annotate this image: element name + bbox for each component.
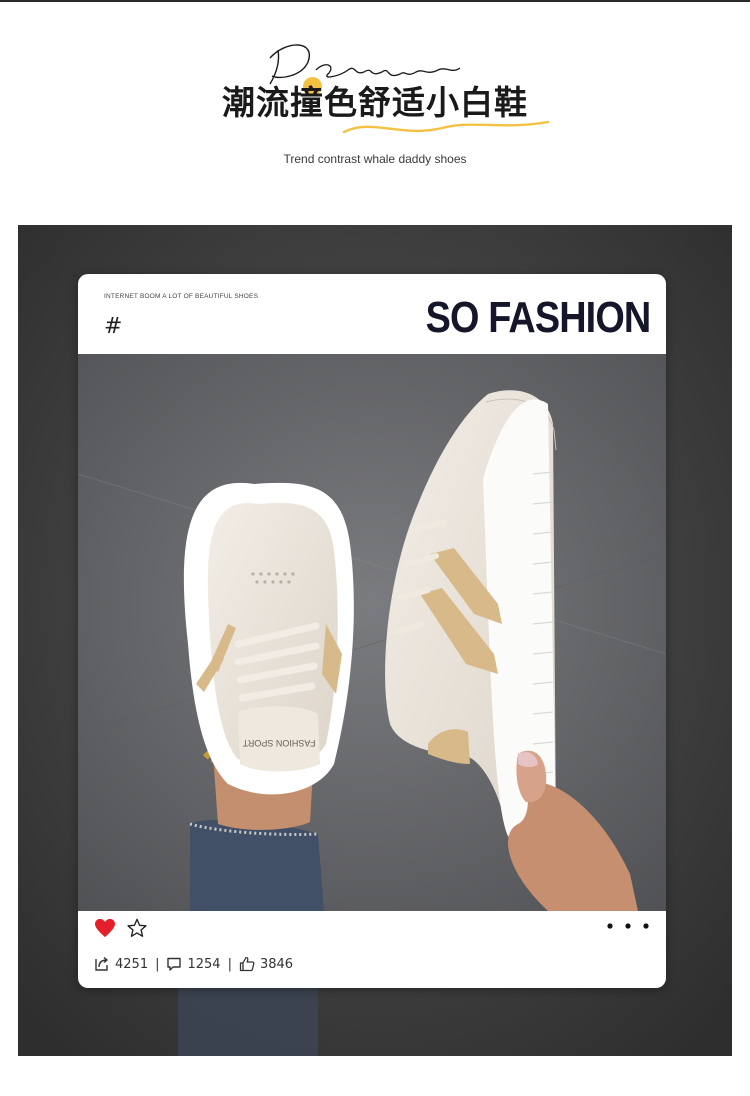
social-post-card[interactable]: INTERNET BOOM A LOT OF BEAUTIFUL SHOES #…	[78, 274, 666, 988]
page-subtitle: Trend contrast whale daddy shoes	[283, 152, 467, 166]
tongue-label: FASHION SPORT	[242, 738, 315, 748]
heart-icon[interactable]	[94, 918, 116, 938]
post-tagline: INTERNET BOOM A LOT OF BEAUTIFUL SHOES	[104, 293, 259, 300]
post-stats: 4251 | 1254 | 3846	[94, 956, 293, 972]
share-icon[interactable]	[94, 956, 110, 972]
like-count: 3846	[259, 956, 294, 972]
share-count: 4251	[115, 956, 149, 972]
star-icon[interactable]	[126, 918, 148, 938]
top-border-line	[0, 0, 750, 2]
yellow-swoosh-underline	[342, 120, 550, 134]
post-footer: 4251 | 1254 | 3846	[78, 911, 666, 988]
brand-headline: SO FASHION	[425, 293, 651, 342]
hashtag-symbol[interactable]: #	[104, 314, 122, 339]
comment-count: 1254	[187, 956, 221, 972]
thumbs-up-icon[interactable]	[239, 956, 255, 972]
stats-separator: |	[155, 956, 160, 972]
product-photo: FASHION SPORT	[78, 354, 666, 911]
comment-icon[interactable]	[166, 956, 182, 972]
sneaker-illustration: FASHION SPORT	[78, 354, 666, 911]
more-dots-icon[interactable]	[604, 921, 652, 931]
stats-separator: |	[227, 956, 232, 972]
post-header: INTERNET BOOM A LOT OF BEAUTIFUL SHOES #…	[78, 274, 666, 354]
